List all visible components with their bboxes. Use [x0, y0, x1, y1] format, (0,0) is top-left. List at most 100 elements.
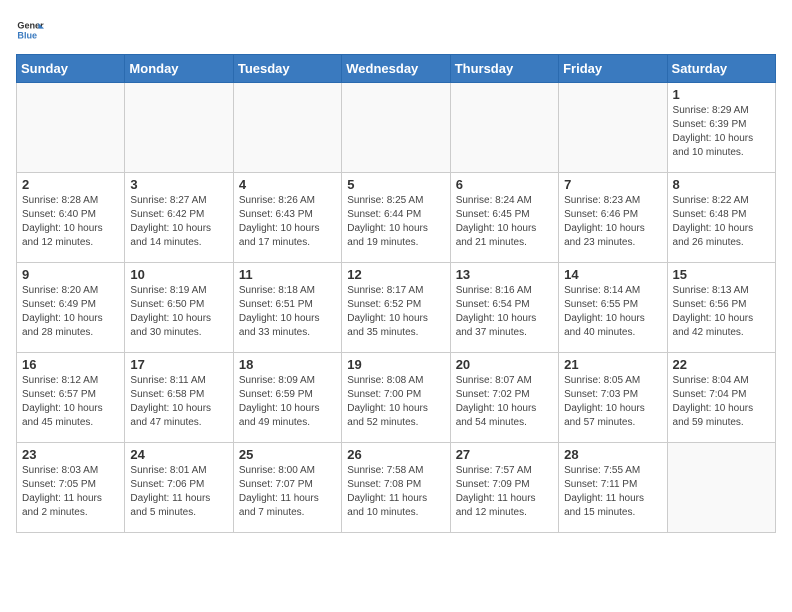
calendar-cell: 22 Sunrise: 8:04 AM Sunset: 7:04 PM Dayli…	[667, 353, 775, 443]
day-info: Sunrise: 8:26 AM Sunset: 6:43 PM Dayligh…	[239, 194, 336, 250]
day-info: Sunrise: 8:08 AM Sunset: 7:00 PM Dayligh…	[347, 374, 444, 430]
day-info: Sunrise: 8:14 AM Sunset: 6:55 PM Dayligh…	[564, 284, 661, 340]
logo: General Blue	[16, 16, 48, 44]
calendar-week-row: 9 Sunrise: 8:20 AM Sunset: 6:49 PM Daylig…	[17, 263, 776, 353]
calendar-cell	[667, 443, 775, 533]
day-number: 6	[456, 177, 553, 192]
calendar-cell: 24 Sunrise: 8:01 AM Sunset: 7:06 PM Dayli…	[125, 443, 233, 533]
day-number: 21	[564, 357, 661, 372]
calendar-cell: 3Sunrise: 8:27 AM Sunset: 6:42 PM Daylig…	[125, 173, 233, 263]
weekday-header-sunday: Sunday	[17, 55, 125, 83]
day-info: Sunrise: 8:29 AM Sunset: 6:39 PM Dayligh…	[673, 104, 770, 160]
day-info: Sunrise: 8:24 AM Sunset: 6:45 PM Dayligh…	[456, 194, 553, 250]
calendar-cell	[125, 83, 233, 173]
day-number: 2	[22, 177, 119, 192]
weekday-header-tuesday: Tuesday	[233, 55, 341, 83]
weekday-header-monday: Monday	[125, 55, 233, 83]
day-number: 18	[239, 357, 336, 372]
day-number: 26	[347, 447, 444, 462]
calendar-cell: 10Sunrise: 8:19 AM Sunset: 6:50 PM Dayli…	[125, 263, 233, 353]
day-number: 14	[564, 267, 661, 282]
day-info: Sunrise: 7:58 AM Sunset: 7:08 PM Dayligh…	[347, 464, 444, 520]
day-number: 22	[673, 357, 770, 372]
day-number: 19	[347, 357, 444, 372]
calendar-cell: 18 Sunrise: 8:09 AM Sunset: 6:59 PM Dayli…	[233, 353, 341, 443]
day-info: Sunrise: 8:22 AM Sunset: 6:48 PM Dayligh…	[673, 194, 770, 250]
day-number: 9	[22, 267, 119, 282]
weekday-header-friday: Friday	[559, 55, 667, 83]
weekday-header-saturday: Saturday	[667, 55, 775, 83]
day-info: Sunrise: 8:04 AM Sunset: 7:04 PM Dayligh…	[673, 374, 770, 430]
day-info: Sunrise: 8:01 AM Sunset: 7:06 PM Dayligh…	[130, 464, 227, 520]
calendar-cell: 8 Sunrise: 8:22 AM Sunset: 6:48 PM Daylig…	[667, 173, 775, 263]
svg-text:Blue: Blue	[17, 30, 37, 40]
calendar-cell: 25 Sunrise: 8:00 AM Sunset: 7:07 PM Dayli…	[233, 443, 341, 533]
day-number: 25	[239, 447, 336, 462]
day-info: Sunrise: 8:00 AM Sunset: 7:07 PM Dayligh…	[239, 464, 336, 520]
day-info: Sunrise: 8:03 AM Sunset: 7:05 PM Dayligh…	[22, 464, 119, 520]
day-info: Sunrise: 8:19 AM Sunset: 6:50 PM Dayligh…	[130, 284, 227, 340]
calendar-cell: 7Sunrise: 8:23 AM Sunset: 6:46 PM Daylig…	[559, 173, 667, 263]
day-info: Sunrise: 8:28 AM Sunset: 6:40 PM Dayligh…	[22, 194, 119, 250]
calendar-cell: 23 Sunrise: 8:03 AM Sunset: 7:05 PM Dayli…	[17, 443, 125, 533]
calendar-cell: 2 Sunrise: 8:28 AM Sunset: 6:40 PM Daylig…	[17, 173, 125, 263]
calendar-cell	[17, 83, 125, 173]
day-number: 24	[130, 447, 227, 462]
day-number: 5	[347, 177, 444, 192]
calendar-week-row: 1 Sunrise: 8:29 AM Sunset: 6:39 PM Daylig…	[17, 83, 776, 173]
calendar-cell: 21 Sunrise: 8:05 AM Sunset: 7:03 PM Dayli…	[559, 353, 667, 443]
day-info: Sunrise: 7:55 AM Sunset: 7:11 PM Dayligh…	[564, 464, 661, 520]
day-number: 8	[673, 177, 770, 192]
day-info: Sunrise: 8:16 AM Sunset: 6:54 PM Dayligh…	[456, 284, 553, 340]
day-info: Sunrise: 8:12 AM Sunset: 6:57 PM Dayligh…	[22, 374, 119, 430]
calendar-cell	[450, 83, 558, 173]
day-info: Sunrise: 8:11 AM Sunset: 6:58 PM Dayligh…	[130, 374, 227, 430]
calendar-cell: 26 Sunrise: 7:58 AM Sunset: 7:08 PM Dayli…	[342, 443, 450, 533]
day-number: 27	[456, 447, 553, 462]
day-info: Sunrise: 8:27 AM Sunset: 6:42 PM Dayligh…	[130, 194, 227, 250]
calendar-cell: 11 Sunrise: 8:18 AM Sunset: 6:51 PM Dayli…	[233, 263, 341, 353]
day-info: Sunrise: 8:05 AM Sunset: 7:03 PM Dayligh…	[564, 374, 661, 430]
day-info: Sunrise: 8:20 AM Sunset: 6:49 PM Dayligh…	[22, 284, 119, 340]
calendar-cell: 19 Sunrise: 8:08 AM Sunset: 7:00 PM Dayli…	[342, 353, 450, 443]
weekday-header-wednesday: Wednesday	[342, 55, 450, 83]
calendar-cell	[233, 83, 341, 173]
page-header: General Blue	[16, 16, 776, 44]
day-number: 20	[456, 357, 553, 372]
calendar-table: SundayMondayTuesdayWednesdayThursdayFrid…	[16, 54, 776, 533]
day-info: Sunrise: 8:18 AM Sunset: 6:51 PM Dayligh…	[239, 284, 336, 340]
day-number: 16	[22, 357, 119, 372]
calendar-cell: 6 Sunrise: 8:24 AM Sunset: 6:45 PM Daylig…	[450, 173, 558, 263]
day-number: 12	[347, 267, 444, 282]
logo-icon: General Blue	[16, 16, 44, 44]
calendar-cell: 20 Sunrise: 8:07 AM Sunset: 7:02 PM Dayli…	[450, 353, 558, 443]
calendar-cell	[559, 83, 667, 173]
calendar-week-row: 2 Sunrise: 8:28 AM Sunset: 6:40 PM Daylig…	[17, 173, 776, 263]
day-info: Sunrise: 8:07 AM Sunset: 7:02 PM Dayligh…	[456, 374, 553, 430]
calendar-cell: 16 Sunrise: 8:12 AM Sunset: 6:57 PM Dayli…	[17, 353, 125, 443]
calendar-cell	[342, 83, 450, 173]
calendar-cell: 1 Sunrise: 8:29 AM Sunset: 6:39 PM Daylig…	[667, 83, 775, 173]
day-info: Sunrise: 8:13 AM Sunset: 6:56 PM Dayligh…	[673, 284, 770, 340]
day-number: 7	[564, 177, 661, 192]
calendar-cell: 14 Sunrise: 8:14 AM Sunset: 6:55 PM Dayli…	[559, 263, 667, 353]
calendar-cell: 17 Sunrise: 8:11 AM Sunset: 6:58 PM Dayli…	[125, 353, 233, 443]
calendar-cell: 27 Sunrise: 7:57 AM Sunset: 7:09 PM Dayli…	[450, 443, 558, 533]
day-info: Sunrise: 8:17 AM Sunset: 6:52 PM Dayligh…	[347, 284, 444, 340]
calendar-cell: 28Sunrise: 7:55 AM Sunset: 7:11 PM Dayli…	[559, 443, 667, 533]
calendar-week-row: 16 Sunrise: 8:12 AM Sunset: 6:57 PM Dayli…	[17, 353, 776, 443]
weekday-header-row: SundayMondayTuesdayWednesdayThursdayFrid…	[17, 55, 776, 83]
day-number: 1	[673, 87, 770, 102]
day-number: 11	[239, 267, 336, 282]
calendar-cell: 12 Sunrise: 8:17 AM Sunset: 6:52 PM Dayli…	[342, 263, 450, 353]
calendar-cell: 13 Sunrise: 8:16 AM Sunset: 6:54 PM Dayli…	[450, 263, 558, 353]
day-number: 17	[130, 357, 227, 372]
calendar-week-row: 23 Sunrise: 8:03 AM Sunset: 7:05 PM Dayli…	[17, 443, 776, 533]
weekday-header-thursday: Thursday	[450, 55, 558, 83]
day-info: Sunrise: 8:09 AM Sunset: 6:59 PM Dayligh…	[239, 374, 336, 430]
day-info: Sunrise: 7:57 AM Sunset: 7:09 PM Dayligh…	[456, 464, 553, 520]
day-number: 13	[456, 267, 553, 282]
calendar-cell: 4Sunrise: 8:26 AM Sunset: 6:43 PM Daylig…	[233, 173, 341, 263]
calendar-cell: 5Sunrise: 8:25 AM Sunset: 6:44 PM Daylig…	[342, 173, 450, 263]
day-number: 23	[22, 447, 119, 462]
